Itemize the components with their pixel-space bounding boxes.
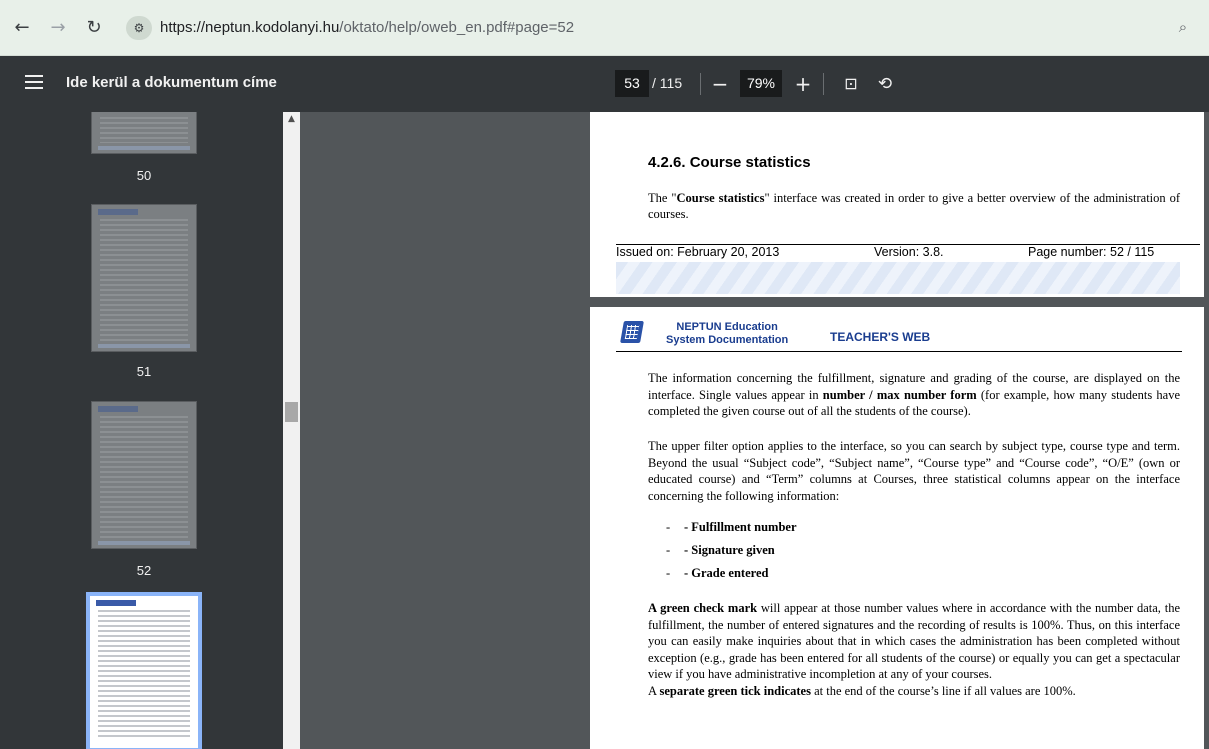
thumbnail-label: 51	[136, 364, 152, 379]
reload-icon[interactable]: ↻	[82, 16, 106, 40]
zoom-out-button[interactable]: −	[705, 68, 735, 100]
paragraph: The upper filter option applies to the i…	[648, 439, 1180, 503]
thumbnail-sidebar: 50 51 52	[0, 112, 300, 749]
section-title: 4.2.6. Course statistics	[648, 154, 811, 171]
address-bar[interactable]: ⚙ https://neptun.kodolanyi.hu/oktato/hel…	[118, 10, 1199, 46]
thumbnail-page-53[interactable]	[86, 592, 202, 749]
menu-icon[interactable]	[22, 71, 48, 97]
browser-bar: ← → ↻ ⚙ https://neptun.kodolanyi.hu/okta…	[0, 0, 1209, 56]
list-item: -- Grade entered	[666, 566, 769, 580]
footer-page-number: Page number: 52 / 115	[1028, 245, 1155, 259]
scroll-thumb[interactable]	[285, 402, 298, 422]
footer-issued: Issued on: February 20, 2013	[616, 245, 780, 259]
thumbnail-label: 50	[136, 168, 152, 183]
rotate-icon[interactable]: ⟲	[870, 68, 900, 100]
list-item: -- Fulfillment number	[666, 520, 797, 534]
thumbnail-page-51[interactable]	[91, 204, 197, 352]
page-total: / 115	[652, 75, 683, 91]
zoom-input[interactable]: 79%	[740, 70, 782, 97]
zoom-in-button[interactable]: +	[788, 68, 818, 100]
zoom-icon[interactable]: ⌕	[1173, 18, 1193, 38]
document-title: Ide kerül a dokumentum címe	[66, 74, 277, 91]
footer-wave-decoration	[616, 262, 1180, 294]
scroll-up-arrow-icon[interactable]: ▲	[283, 112, 300, 126]
thumbnail-label: 52	[136, 563, 152, 578]
paragraph: A green check mark will appear at those …	[648, 601, 1180, 698]
header-teachers-web: TEACHER'S WEB	[830, 330, 931, 344]
url-text[interactable]: https://neptun.kodolanyi.hu/oktato/help/…	[160, 19, 574, 36]
thumbnail-page-52[interactable]	[91, 401, 197, 549]
list-item: -- Signature given	[666, 543, 775, 557]
paragraph: The information concerning the fulfillme…	[648, 371, 1180, 418]
neptun-logo-icon	[620, 321, 644, 343]
page-number-input[interactable]: 53	[615, 70, 649, 97]
header-rule	[616, 351, 1182, 352]
document-view[interactable]: 4.2.6. Course statistics The "Course sta…	[300, 112, 1209, 749]
pdf-toolbar: Ide kerül a dokumentum címe 53 / 115 − 7…	[0, 56, 1209, 112]
header-edu: NEPTUN Education System Documentation	[666, 321, 789, 346]
url-path: /oktato/help/oweb_en.pdf#page=52	[339, 19, 575, 36]
url-host: https://neptun.kodolanyi.hu	[160, 19, 340, 36]
divider	[823, 73, 824, 95]
site-info-icon[interactable]: ⚙	[126, 16, 152, 40]
back-arrow-icon[interactable]: ←	[10, 16, 34, 40]
pdf-page-53: NEPTUN Education System Documentation TEA…	[590, 307, 1204, 749]
divider	[700, 73, 701, 95]
footer-version: Version: 3.8.	[874, 245, 944, 259]
sidebar-scrollbar[interactable]: ▲	[283, 112, 300, 749]
forward-arrow-icon[interactable]: →	[46, 16, 70, 40]
bullet-list: -- Fulfillment number -- Signature given…	[666, 520, 797, 589]
fit-page-icon[interactable]: ⊡	[836, 68, 866, 100]
pdf-page-52: 4.2.6. Course statistics The "Course sta…	[590, 112, 1204, 297]
intro-paragraph: The "Course statistics" interface was cr…	[648, 191, 1180, 221]
thumbnail-page-50[interactable]	[91, 112, 197, 154]
